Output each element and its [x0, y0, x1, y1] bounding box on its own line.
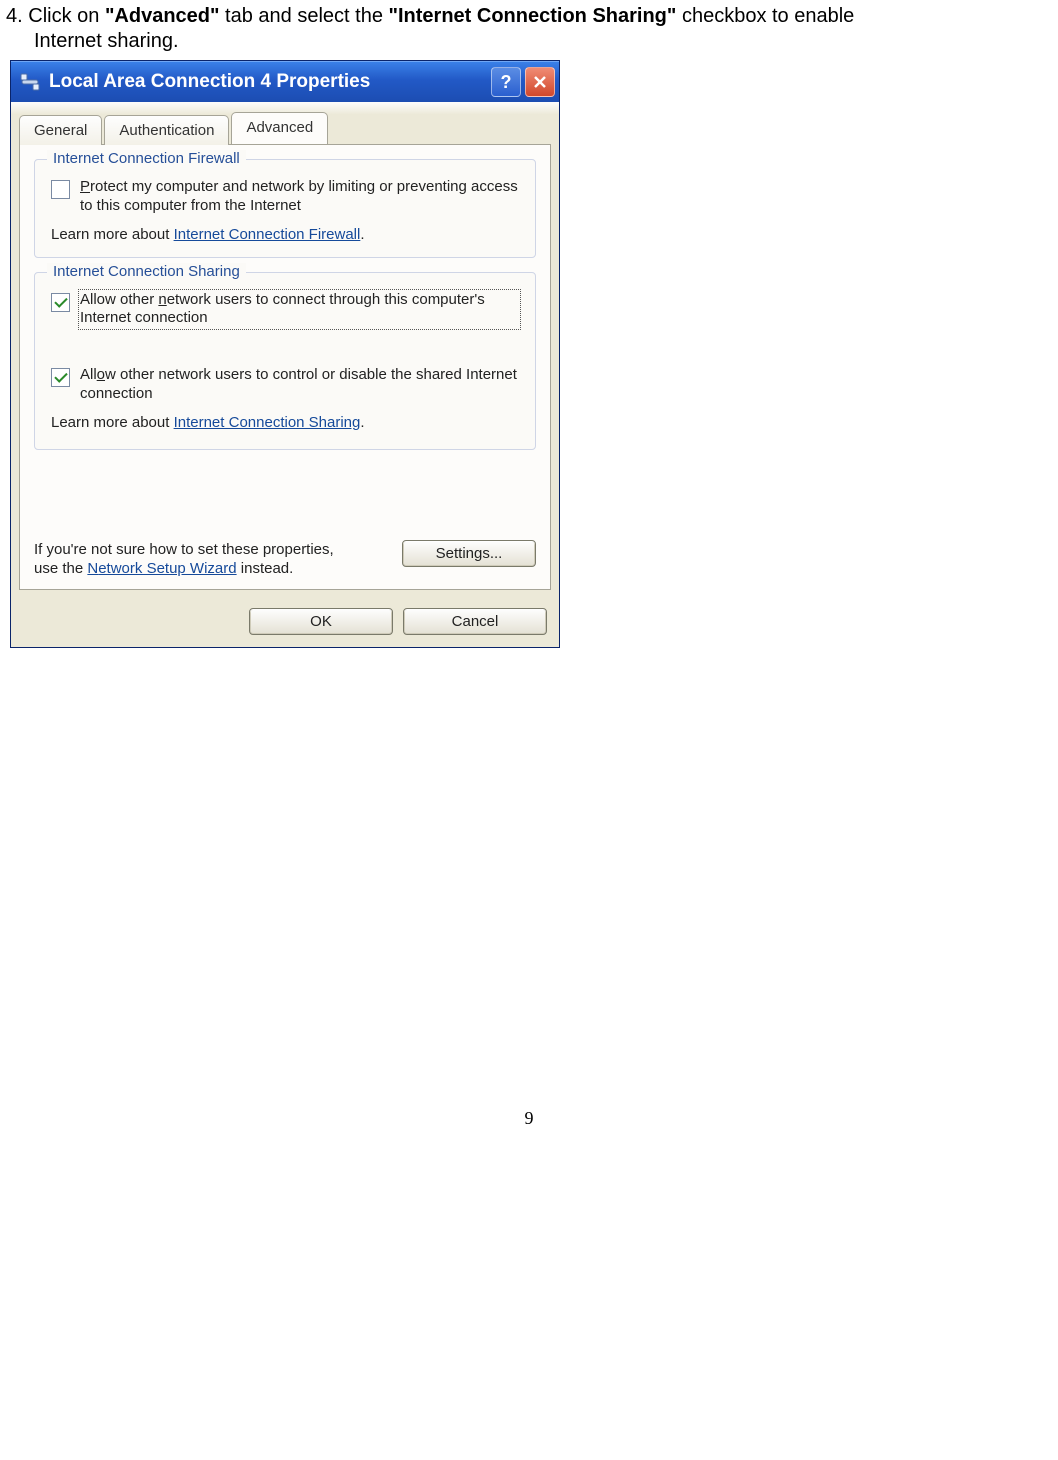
- firewall-group-title: Internet Connection Firewall: [47, 150, 246, 167]
- firewall-checkbox-label: Protect my computer and network by limit…: [80, 178, 519, 216]
- wizard-text: If you're not sure how to set these prop…: [34, 540, 354, 579]
- bold-ics: "Internet Connection Sharing": [389, 5, 677, 27]
- properties-dialog: Local Area Connection 4 Properties ? Gen…: [10, 60, 560, 648]
- network-setup-wizard-link[interactable]: Network Setup Wizard: [87, 560, 236, 577]
- instruction-text: 4. Click on "Advanced" tab and select th…: [0, 0, 1058, 54]
- close-button[interactable]: [525, 67, 555, 97]
- sharing-group: Internet Connection Sharing Allow other …: [34, 272, 536, 450]
- connection-icon: [19, 71, 41, 93]
- ok-button[interactable]: OK: [249, 608, 393, 635]
- dialog-title: Local Area Connection 4 Properties: [49, 71, 487, 93]
- ics-allow-control-label: Allow other network users to control or …: [80, 366, 519, 404]
- help-button[interactable]: ?: [491, 67, 521, 97]
- step-number: 4.: [6, 5, 23, 27]
- firewall-link[interactable]: Internet Connection Firewall: [174, 226, 361, 243]
- firewall-learn: Learn more about Internet Connection Fir…: [51, 226, 519, 243]
- sharing-learn: Learn more about Internet Connection Sha…: [51, 414, 519, 431]
- tab-authentication[interactable]: Authentication: [104, 115, 229, 145]
- instruction-line2: Internet sharing.: [34, 29, 1050, 54]
- ics-allow-connect-label: Allow other network users to connect thr…: [80, 291, 519, 329]
- ics-allow-connect-row[interactable]: Allow other network users to connect thr…: [51, 291, 519, 329]
- ics-allow-control-row[interactable]: Allow other network users to control or …: [51, 366, 519, 404]
- cancel-button[interactable]: Cancel: [403, 608, 547, 635]
- tab-advanced[interactable]: Advanced: [231, 112, 328, 144]
- sharing-link[interactable]: Internet Connection Sharing: [174, 414, 361, 431]
- firewall-group: Internet Connection Firewall Protect my …: [34, 159, 536, 258]
- ics-allow-connect-checkbox[interactable]: [51, 293, 70, 312]
- tab-row: General Authentication Advanced: [11, 102, 559, 144]
- bold-advanced: "Advanced": [105, 5, 220, 27]
- dialog-footer: OK Cancel: [11, 598, 559, 647]
- advanced-panel: Internet Connection Firewall Protect my …: [19, 144, 551, 590]
- page-number: 9: [0, 1108, 1058, 1139]
- sharing-group-title: Internet Connection Sharing: [47, 263, 246, 280]
- tab-general[interactable]: General: [19, 115, 102, 145]
- firewall-checkbox-row[interactable]: Protect my computer and network by limit…: [51, 178, 519, 216]
- titlebar[interactable]: Local Area Connection 4 Properties ?: [11, 61, 559, 102]
- firewall-checkbox[interactable]: [51, 180, 70, 199]
- bottom-area: If you're not sure how to set these prop…: [34, 540, 536, 579]
- settings-button[interactable]: Settings...: [402, 540, 536, 567]
- ics-allow-control-checkbox[interactable]: [51, 368, 70, 387]
